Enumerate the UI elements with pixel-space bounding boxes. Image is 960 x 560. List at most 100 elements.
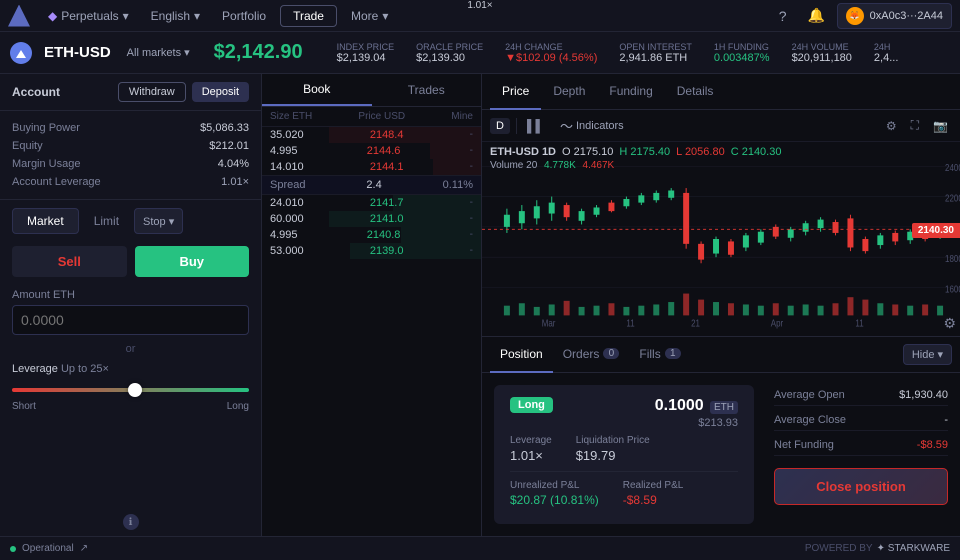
or-divider: or xyxy=(0,339,261,359)
tab-fills[interactable]: Fills 1 xyxy=(629,337,690,373)
settings-icon-btn[interactable]: ⚙ xyxy=(882,117,901,135)
app-logo xyxy=(8,5,30,27)
wallet-btn[interactable]: 🦊 0xA0c3···2A44 xyxy=(837,3,952,29)
account-stats: Buying Power $5,086.33 Equity $212.01 Ma… xyxy=(0,111,261,200)
tab-limit[interactable]: Limit xyxy=(79,208,134,234)
svg-text:Mar: Mar xyxy=(542,318,556,329)
left-panel: Account Withdraw Deposit Buying Power $5… xyxy=(0,74,262,536)
bar-chart-icon[interactable]: ▌▌ xyxy=(523,117,548,135)
current-price: $2,142.90 xyxy=(214,41,303,64)
right-panel: Price Depth Funding Details D ▌▌ 〜 Indic… xyxy=(482,74,960,536)
operational-label: Operational xyxy=(22,543,74,554)
deposit-btn[interactable]: Deposit xyxy=(192,82,249,102)
open-interest-stat: Open Interest 2,941.86 ETH xyxy=(619,42,692,64)
bid-row: 53.000 2139.0 - xyxy=(262,243,481,259)
slider-labels: Short 1.01× Long xyxy=(12,399,249,414)
amount-label: Amount ETH xyxy=(12,289,249,301)
close-position-btn[interactable]: Close position xyxy=(774,468,948,505)
index-price-stat: Index Price $2,139.04 xyxy=(337,42,395,64)
pos-content: Long 0.1000 ETH $213.93 Leverage xyxy=(482,373,960,536)
more-btn[interactable]: More ▾ xyxy=(343,6,396,26)
camera-icon-btn[interactable]: 📷 xyxy=(929,117,952,135)
svg-text:Apr: Apr xyxy=(771,318,783,329)
tab-details[interactable]: Details xyxy=(665,74,726,110)
tab-book[interactable]: Book xyxy=(262,74,372,106)
leverage-slider[interactable] xyxy=(12,381,249,399)
tab-funding[interactable]: Funding xyxy=(597,74,664,110)
equity-row: Equity $212.01 xyxy=(12,137,249,155)
book-header: Size ETH Price USD Mine xyxy=(262,107,481,127)
expand-icon-btn[interactable]: ⛶ xyxy=(907,116,923,135)
buy-sell-row: Sell Buy xyxy=(0,238,261,285)
withdraw-btn[interactable]: Withdraw xyxy=(118,82,186,102)
chart-tabs: Price Depth Funding Details xyxy=(482,74,960,110)
bid-row: 60.000 2141.0 - xyxy=(262,211,481,227)
pnl-row: Unrealized P&L $20.87 (10.81%) Realized … xyxy=(510,471,738,507)
svg-text:1600.00: 1600.00 xyxy=(945,284,960,295)
position-card: Long 0.1000 ETH $213.93 Leverage xyxy=(494,385,754,524)
hide-btn[interactable]: Hide ▾ xyxy=(903,344,952,365)
perpetuals-menu[interactable]: ◆ Perpetuals ▾ xyxy=(40,6,137,26)
chart-area: ETH-USD 1D O 2175.10 H 2175.40 L 2056.80… xyxy=(482,142,960,336)
svg-text:21: 21 xyxy=(691,318,700,329)
ask-rows: 35.020 2148.4 - 4.995 2144.6 - 14.010 21… xyxy=(262,127,481,175)
pair-name: ETH-USD xyxy=(44,44,111,61)
status-dot xyxy=(10,546,16,552)
tab-position[interactable]: Position xyxy=(490,337,553,373)
chart-ohlc-info: ETH-USD 1D O 2175.10 H 2175.40 L 2056.80… xyxy=(490,146,781,171)
portfolio-btn[interactable]: Portfolio xyxy=(214,6,274,26)
funding-stat: 1h Funding 0.003487% xyxy=(714,42,770,64)
net-funding-row: Net Funding -$8.59 xyxy=(774,435,948,456)
buy-btn[interactable]: Buy xyxy=(135,246,250,277)
indicators-btn[interactable]: 〜 Indicators xyxy=(554,114,630,137)
tab-stop[interactable]: Stop ▾ xyxy=(134,208,183,234)
tab-depth[interactable]: Depth xyxy=(541,74,597,110)
chart-settings-btn[interactable]: ⚙ xyxy=(943,315,956,332)
header-bar: ETH-USD All markets ▾ $2,142.90 Index Pr… xyxy=(0,32,960,74)
info-icon: ℹ xyxy=(123,514,139,530)
position-panel: Position Orders 0 Fills 1 Hide ▾ xyxy=(482,336,960,536)
help-btn[interactable]: ? xyxy=(769,2,797,30)
bid-rows: 24.010 2141.7 - 60.000 2141.0 - 4.995 21… xyxy=(262,195,481,259)
pos-meta: Leverage 1.01× Liquidation Price $19.79 xyxy=(510,435,738,463)
status-link-btn[interactable]: ↗ xyxy=(80,543,88,554)
status-bar: Operational ↗ POWERED BY ✦ STARKWARE xyxy=(0,536,960,560)
tab-price[interactable]: Price xyxy=(490,74,541,110)
sell-btn[interactable]: Sell xyxy=(12,246,127,277)
trade-btn[interactable]: Trade xyxy=(280,5,337,27)
vol24-stat: 24h 2,4... xyxy=(874,42,898,64)
leverage-row: Account Leverage 1.01× xyxy=(12,173,249,191)
tab-market[interactable]: Market xyxy=(12,208,79,234)
svg-text:1800.00: 1800.00 xyxy=(945,253,960,264)
language-menu[interactable]: English ▾ xyxy=(143,6,208,26)
notifications-btn[interactable]: 🔔 xyxy=(803,2,831,30)
account-label: Account xyxy=(12,85,60,99)
market-select[interactable]: All markets ▾ xyxy=(127,46,190,59)
tab-orders[interactable]: Orders 0 xyxy=(553,337,630,373)
position-amount: 0.1000 ETH $213.93 xyxy=(655,397,738,429)
svg-text:2400.00: 2400.00 xyxy=(945,162,960,173)
volume-stat: 24h Volume $20,911,180 xyxy=(792,42,852,64)
24h-change-stat: 24h Change ▼$102.09 (4.56%) xyxy=(505,42,597,64)
eth-logo xyxy=(10,42,32,64)
avg-close-row: Average Close - xyxy=(774,410,948,431)
amount-input[interactable] xyxy=(12,305,249,335)
period-D[interactable]: D xyxy=(490,118,510,134)
wallet-icon: 🦊 xyxy=(846,7,864,25)
chart-toolbar: D ▌▌ 〜 Indicators ⚙ ⛶ 📷 xyxy=(482,110,960,142)
svg-text:11: 11 xyxy=(855,318,863,329)
account-actions: Withdraw Deposit xyxy=(118,82,249,102)
margin-row: Margin Usage 4.04% xyxy=(12,155,249,173)
book-tabs: Book Trades xyxy=(262,74,481,107)
spread-row: Spread 2.4 0.11% xyxy=(262,175,481,195)
starkware-logo: POWERED BY ✦ STARKWARE xyxy=(805,543,950,554)
leverage-section: Leverage Up to 25× Short 1.01× Long xyxy=(0,359,261,418)
candlestick-chart: 2400.00 2200.00 2000.00 1800.00 1600.00 … xyxy=(482,142,960,336)
svg-text:2200.00: 2200.00 xyxy=(945,193,960,204)
current-price-label: 2140.30 xyxy=(912,223,960,238)
order-type-tabs: Market Limit Stop ▾ xyxy=(0,200,261,238)
ask-row: 4.995 2144.6 - xyxy=(262,143,481,159)
tab-trades[interactable]: Trades xyxy=(372,74,482,106)
slider-thumb[interactable] xyxy=(128,383,142,397)
svg-text:11: 11 xyxy=(626,318,634,329)
